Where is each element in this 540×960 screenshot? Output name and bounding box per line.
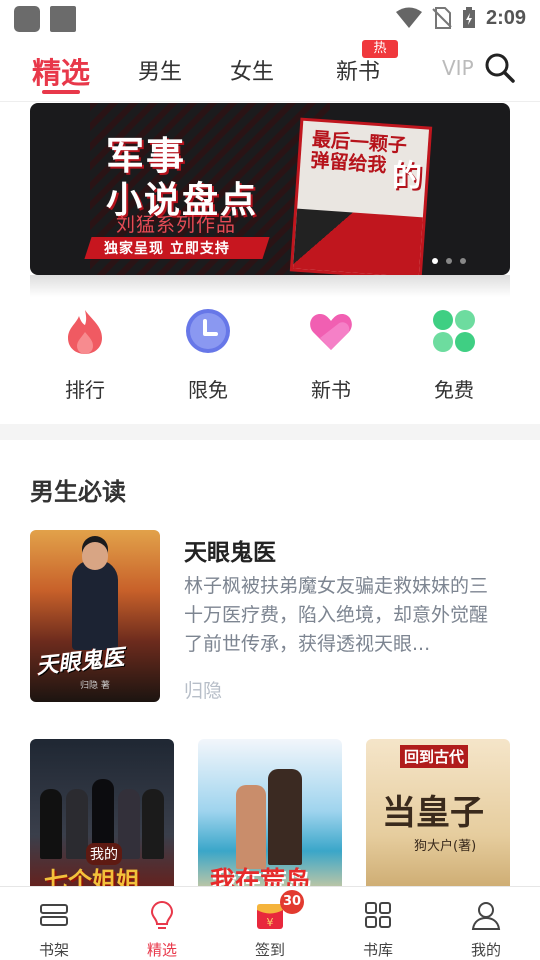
flame-icon — [68, 310, 102, 354]
tab-new-books[interactable]: 新书 — [336, 54, 380, 86]
featured-book-author: 归隐 — [184, 680, 223, 702]
clover-icon — [433, 310, 475, 352]
status-bar: 2:09 — [0, 0, 540, 36]
pagination-dot[interactable] — [460, 258, 466, 264]
quick-entries: 排行 限免 新书 免费 — [0, 304, 540, 424]
nav-checkin[interactable]: ¥ 签到 — [216, 887, 324, 960]
tab-vip[interactable]: VIP — [442, 56, 474, 80]
battery-icon — [462, 7, 475, 28]
tab-female[interactable]: 女生 — [230, 54, 274, 86]
nav-library[interactable]: 书库 — [324, 887, 432, 960]
nav-label: 书架 — [38, 941, 69, 959]
nav-label: 我的 — [470, 941, 501, 959]
wifi-icon — [395, 7, 422, 28]
cover-top-text: 回到古代 — [400, 745, 469, 768]
banner-book-suffix: 的 — [392, 159, 422, 194]
cover-figure — [66, 789, 88, 859]
featured-book-description: 林子枫被扶弟魔女友骗走救妹妹的三十万医疗费，陷入绝境，却意外觉醒了前世传承，获得… — [184, 575, 489, 655]
section-divider — [0, 424, 540, 440]
entry-label: 免费 — [434, 378, 474, 402]
hot-badge: 热 — [362, 40, 398, 58]
book-cover[interactable]: 我在荒岛 — [198, 739, 342, 899]
entry-new-books[interactable]: 新书 — [276, 304, 386, 403]
cover-title: 当皇子 — [382, 793, 484, 833]
heart-icon — [310, 314, 352, 350]
banner-subtitle: 刘猛系列作品 — [116, 214, 237, 236]
bookshelf-icon — [40, 904, 68, 926]
clock-time: 2:09 — [485, 6, 526, 29]
cover-figure — [72, 560, 118, 650]
book-cover-art — [292, 208, 423, 275]
top-tabs: 精选 男生 女生 新书 热 VIP — [0, 40, 540, 102]
promo-banner[interactable]: 军事 小说盘点 刘猛系列作品 独家呈现 立即支持 最后一颗子弹留给我 的 — [30, 103, 510, 275]
nav-bookshelf[interactable]: 书架 — [0, 887, 108, 960]
banner-tag: 独家呈现 立即支持 — [104, 241, 230, 257]
entry-ranking[interactable]: 排行 — [30, 304, 140, 403]
nav-label: 书库 — [362, 941, 393, 959]
featured-book-title[interactable]: 天眼鬼医 — [184, 533, 276, 567]
entry-label: 限免 — [188, 378, 228, 402]
lightbulb-icon — [150, 900, 174, 929]
app-notification-icon — [14, 6, 40, 32]
section-title: 男生必读 — [30, 478, 126, 506]
cover-figure-head — [82, 542, 108, 570]
nav-profile[interactable]: 我的 — [432, 887, 540, 960]
bottom-nav: 书架 精选 ¥ 签到 书库 我的 — [0, 886, 540, 960]
entry-label: 新书 — [311, 378, 351, 402]
book-cover[interactable]: 我的 七个姐姐 — [30, 739, 174, 899]
no-sim-icon — [432, 7, 452, 29]
featured-book-cover[interactable]: 天眼鬼医 归隐 著 — [30, 530, 160, 702]
cover-title: 天眼鬼医 — [35, 645, 126, 680]
book-cover[interactable]: 回到古代 当皇子 狗大户(著) — [366, 739, 510, 899]
banner-shadow — [30, 275, 510, 297]
app-notification-icon-2 — [50, 6, 76, 32]
cover-author: 狗大户(著) — [414, 839, 477, 854]
cover-figure — [40, 789, 62, 859]
svg-text:¥: ¥ — [267, 916, 274, 929]
tab-featured[interactable]: 精选 — [32, 50, 90, 92]
banner-pagination — [432, 258, 466, 264]
search-icon[interactable] — [484, 52, 516, 84]
cover-figure — [236, 785, 266, 869]
status-icons: 2:09 — [395, 6, 526, 30]
cover-figure — [142, 789, 164, 859]
entry-limited-free[interactable]: 限免 — [153, 304, 263, 403]
cover-figure — [268, 769, 302, 865]
nav-label: 精选 — [146, 941, 177, 959]
cover-author: 归隐 著 — [80, 681, 110, 691]
entry-label: 排行 — [65, 378, 105, 402]
active-tab-indicator — [42, 90, 80, 94]
nav-featured[interactable]: 精选 — [108, 887, 216, 960]
tab-male[interactable]: 男生 — [138, 54, 182, 86]
user-icon — [471, 902, 501, 930]
banner-book-cover: 最后一颗子弹留给我 — [292, 120, 430, 275]
grid-icon — [365, 902, 391, 928]
pagination-dot[interactable] — [446, 258, 452, 264]
clock-icon — [186, 309, 230, 353]
nav-label: 签到 — [254, 941, 285, 959]
checkin-badge: 30 — [280, 890, 304, 914]
entry-free[interactable]: 免费 — [399, 304, 509, 403]
pagination-dot-active[interactable] — [432, 258, 438, 264]
